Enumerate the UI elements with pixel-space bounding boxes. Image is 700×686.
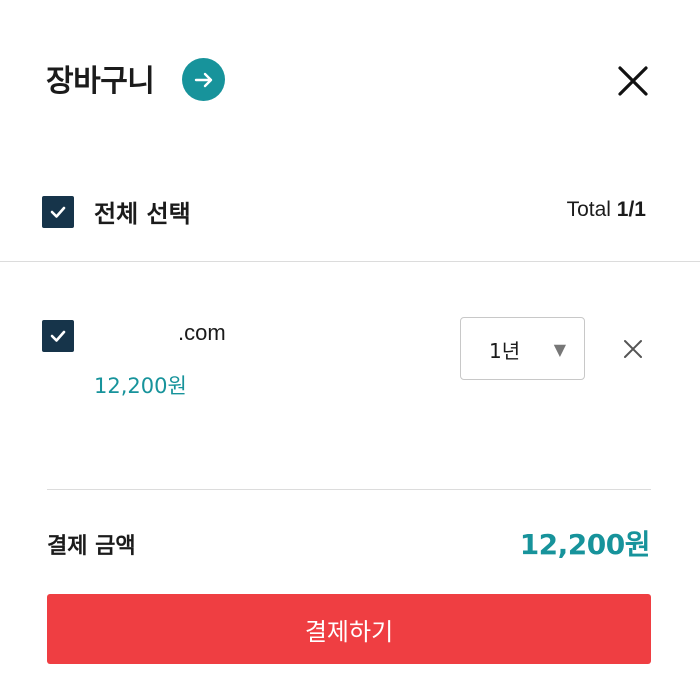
cart-header: 장바구니 (0, 0, 700, 160)
period-select[interactable]: 1년 ▼ (460, 317, 585, 380)
checkmark-icon (50, 206, 66, 218)
total-count-value: 1/1 (616, 198, 646, 221)
payment-amount-value: 12,200원 (519, 528, 651, 561)
cart-item: .com 12,200원 1년 ▼ (0, 300, 700, 420)
divider (0, 261, 700, 262)
caret-down-icon: ▼ (553, 340, 566, 359)
checkout-button[interactable]: 결제하기 (47, 594, 651, 664)
page-title: 장바구니 (46, 64, 155, 99)
payment-amount-label: 결제 금액 (47, 534, 136, 559)
divider (47, 489, 651, 490)
close-icon (618, 66, 648, 96)
go-to-cart-button[interactable] (182, 58, 225, 101)
period-value: 1년 (489, 339, 521, 363)
close-icon (624, 340, 642, 358)
select-all-checkbox[interactable] (42, 196, 74, 228)
item-domain-name: .com (178, 320, 226, 345)
arrow-right-icon (194, 72, 212, 87)
item-checkbox[interactable] (42, 320, 74, 352)
total-count: Total 1/1 (567, 198, 646, 222)
close-cart-button[interactable] (612, 60, 654, 102)
item-price: 12,200원 (94, 374, 187, 398)
checkmark-icon (50, 330, 66, 342)
select-all-label: 전체 선택 (94, 200, 191, 228)
select-all-row: 전체 선택 Total 1/1 (0, 180, 700, 244)
total-prefix: Total (566, 198, 617, 221)
remove-item-button[interactable] (620, 336, 646, 362)
